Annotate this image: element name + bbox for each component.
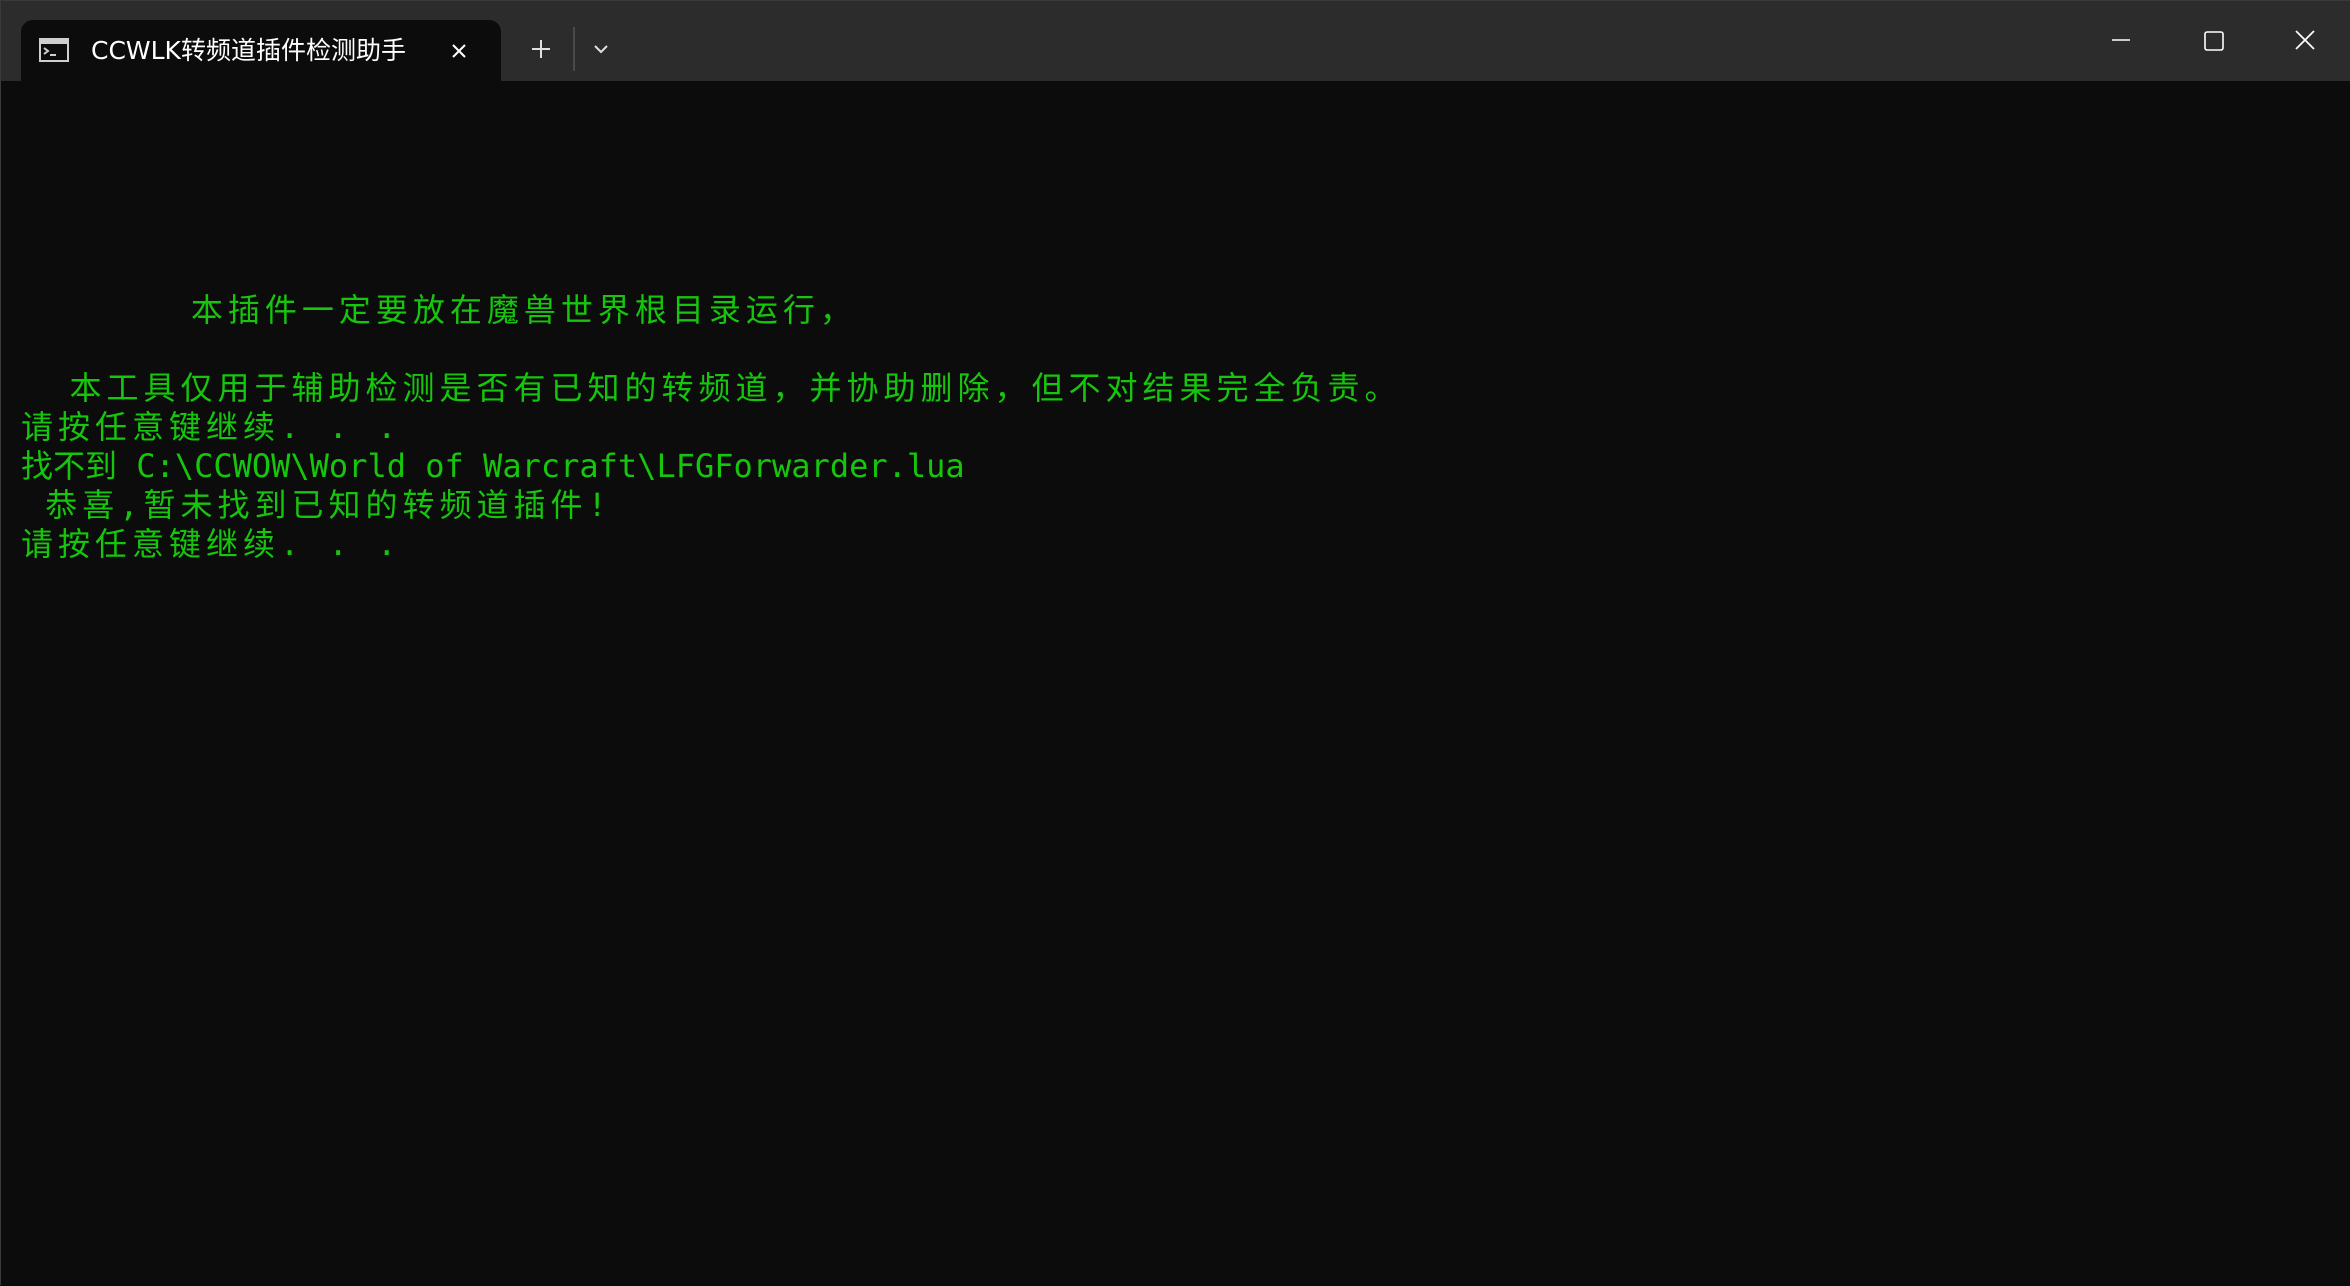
output-line: 找不到 C:\CCWOW\World of Warcraft\LFGForwar… bbox=[21, 447, 965, 485]
tab-title: CCWLK转频道插件检测助手 bbox=[91, 36, 406, 65]
output-line: 请按任意键继续. . . bbox=[21, 408, 402, 446]
title-bar[interactable]: CCWLK转频道插件检测助手 bbox=[1, 1, 2350, 81]
close-icon[interactable] bbox=[443, 35, 475, 67]
console-icon bbox=[39, 38, 69, 62]
terminal-output[interactable]: 本插件一定要放在魔兽世界根目录运行， 本工具仅用于辅助检测是否有已知的转频道，并… bbox=[1, 81, 2350, 1286]
chevron-down-icon[interactable] bbox=[583, 29, 619, 69]
terminal-window: CCWLK转频道插件检测助手 本插件一定要放在魔兽世界根目录运行， 本工具仅用于… bbox=[0, 0, 2350, 1286]
tab-active[interactable]: CCWLK转频道插件检测助手 bbox=[21, 20, 501, 81]
minimize-icon[interactable] bbox=[2075, 1, 2167, 81]
output-line: 请按任意键继续. . . bbox=[21, 525, 402, 563]
plus-icon[interactable] bbox=[521, 29, 561, 69]
output-line: 本插件一定要放在魔兽世界根目录运行， bbox=[21, 291, 857, 329]
maximize-icon[interactable] bbox=[2167, 1, 2259, 81]
output-line: 恭喜,暂未找到已知的转频道插件! bbox=[21, 486, 612, 524]
close-icon[interactable] bbox=[2259, 1, 2350, 81]
tab-divider bbox=[573, 27, 575, 71]
output-line: 本工具仅用于辅助检测是否有已知的转频道，并协助删除，但不对结果完全负责。 bbox=[21, 369, 1402, 407]
